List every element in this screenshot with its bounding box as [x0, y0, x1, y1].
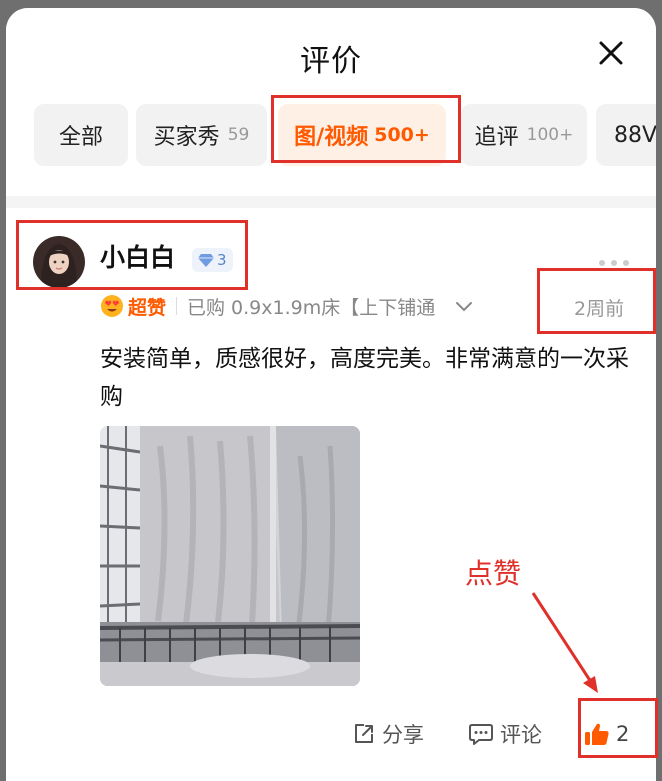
super-like-badge: 超赞: [128, 296, 167, 319]
tab-photo-video[interactable]: 图/视频 500+: [278, 104, 446, 166]
avatar[interactable]: [33, 236, 85, 288]
share-button[interactable]: 分享: [352, 720, 424, 748]
share-label: 分享: [382, 723, 424, 747]
tab-count: 500+: [374, 124, 430, 146]
annotation-label: 点赞: [465, 557, 522, 590]
purchase-info[interactable]: 已购 0.9x1.9m床【上下铺通: [187, 293, 435, 320]
share-icon: [355, 724, 373, 743]
filter-tabs: 全部 买家秀 59 图/视频 500+ 追评 100+ 88V: [6, 104, 656, 166]
tab-label: 追评: [474, 125, 519, 150]
review-sheet: 评价 全部 买家秀 59 图/视频 500+ 追评 100+ 88V 小白白 3…: [6, 8, 656, 781]
chevron-down-icon[interactable]: [455, 300, 473, 312]
tab-count: 100+: [526, 125, 574, 145]
close-button[interactable]: [594, 36, 628, 70]
tab-label: 买家秀: [153, 125, 220, 150]
like-button[interactable]: 2: [584, 720, 629, 748]
comment-button[interactable]: 评论: [468, 720, 542, 748]
diamond-icon: [198, 254, 214, 267]
divider: [176, 297, 178, 315]
avatar-image: [41, 244, 77, 288]
review-card: 小白白 3 超赞 已购 0.9x1.9m床【上下铺通 2周前 安装简单，质感很好…: [6, 208, 656, 781]
thumbs-up-icon: [585, 723, 609, 745]
sheet-title: 评价: [300, 44, 362, 79]
review-content: 安装简单，质感很好，高度完美。非常满意的一次采购: [100, 346, 629, 410]
username[interactable]: 小白白: [100, 238, 175, 274]
more-button[interactable]: [597, 253, 631, 266]
close-icon: [599, 41, 623, 65]
tab-label: 88V: [614, 122, 656, 148]
heart-eyes-icon: [101, 295, 123, 317]
tab-follow-up[interactable]: 追评 100+: [461, 104, 587, 166]
meta-row: 超赞 已购 0.9x1.9m床【上下铺通: [100, 292, 473, 320]
comment-icon: [469, 724, 493, 745]
like-count: 2: [616, 722, 630, 746]
tab-buyer-show[interactable]: 买家秀 59: [136, 104, 267, 166]
tab-count: 59: [227, 125, 250, 145]
review-time: 2周前: [574, 298, 625, 320]
comment-label: 评论: [500, 723, 542, 747]
more-icon: [599, 260, 629, 266]
sheet-header: 评价 全部 买家秀 59 图/视频 500+ 追评 100+ 88V: [6, 8, 656, 196]
tab-label: 全部: [58, 125, 103, 150]
review-photo[interactable]: [100, 426, 360, 686]
photo-image: [100, 426, 360, 686]
tab-label: 图/视频: [294, 125, 369, 150]
tab-88v[interactable]: 88V: [596, 104, 656, 166]
tab-all[interactable]: 全部: [34, 104, 128, 166]
level-number: 3: [217, 251, 227, 269]
level-badge: 3: [192, 248, 233, 272]
